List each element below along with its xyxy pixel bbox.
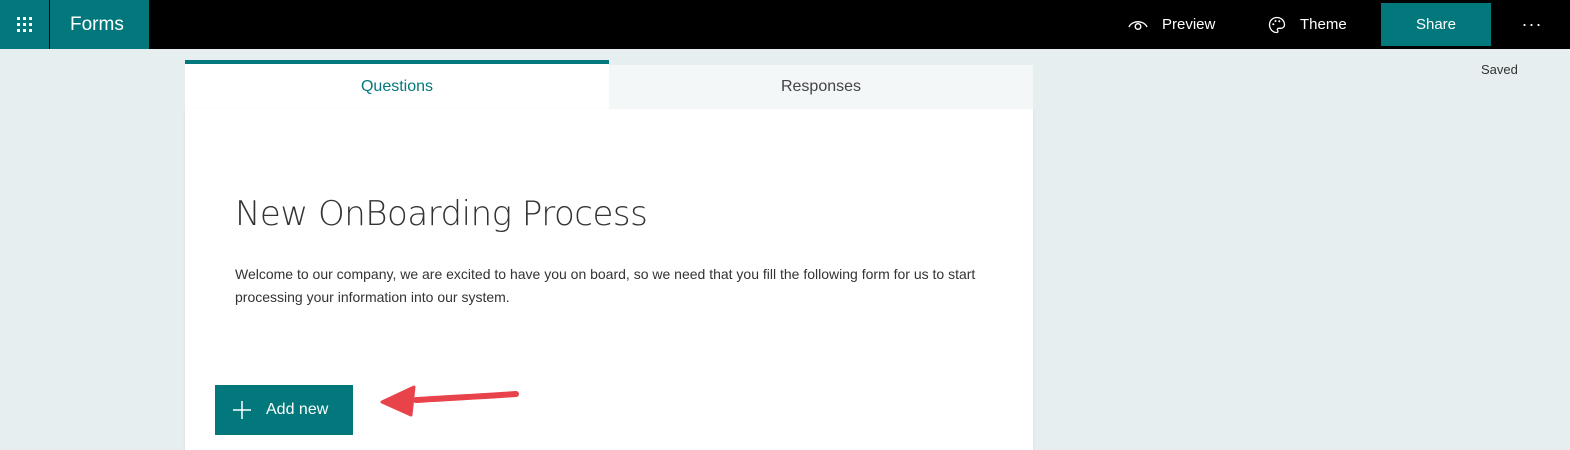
more-icon: ···	[1521, 13, 1543, 34]
tab-questions-label: Questions	[360, 77, 434, 95]
more-options-button[interactable]: ···	[1517, 14, 1547, 34]
plus-icon	[233, 401, 251, 419]
theme-label: Theme	[1300, 16, 1347, 33]
share-button[interactable]: Share	[1381, 3, 1491, 46]
tab-questions[interactable]: Questions	[185, 60, 609, 109]
annotation-arrow-icon	[380, 385, 519, 417]
top-bar: Forms Preview Theme Share ···	[0, 0, 1570, 49]
app-name[interactable]: Forms	[50, 0, 149, 49]
add-new-label: Add new	[266, 401, 329, 418]
app-launcher-button[interactable]	[0, 0, 49, 49]
tab-responses[interactable]: Responses	[609, 65, 1033, 109]
theme-button[interactable]: Theme	[1268, 0, 1347, 49]
eye-icon	[1128, 20, 1148, 30]
add-new-button[interactable]: Add new	[215, 385, 353, 435]
preview-label: Preview	[1162, 16, 1216, 33]
form-description[interactable]: Welcome to our company, we are excited t…	[235, 263, 1015, 309]
tab-responses-label: Responses	[780, 78, 862, 95]
app-launcher-icon	[17, 17, 32, 32]
palette-icon	[1268, 16, 1286, 33]
save-status: Saved	[1481, 62, 1518, 77]
form-title[interactable]: New OnBoarding Process	[235, 194, 648, 234]
preview-button[interactable]: Preview	[1128, 0, 1215, 49]
form-card: New OnBoarding Process Welcome to our co…	[185, 109, 1033, 450]
